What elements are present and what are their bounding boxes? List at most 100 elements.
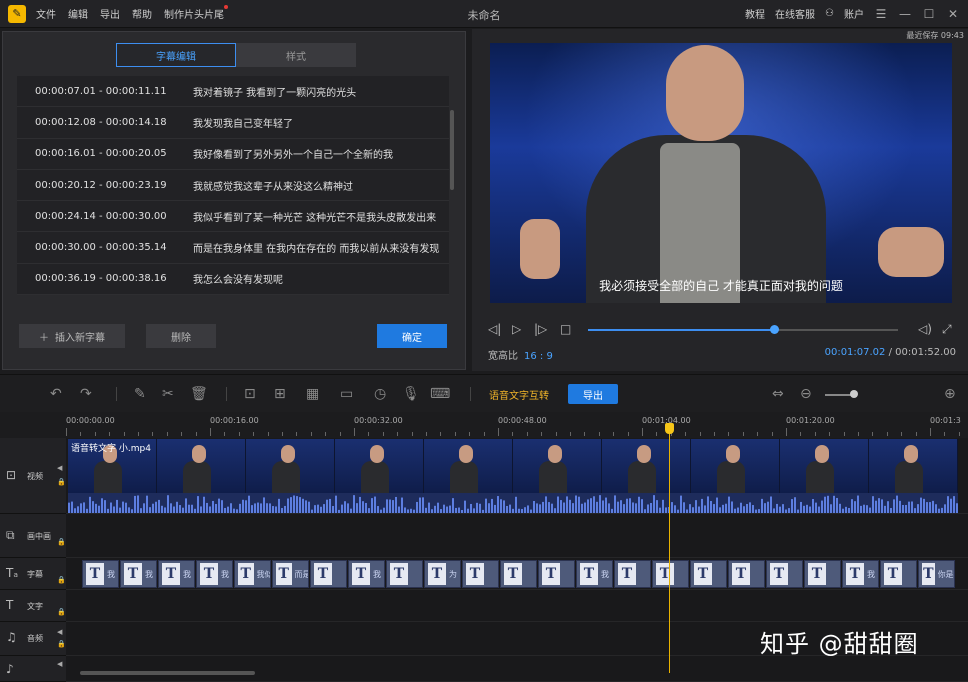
crop-icon[interactable]: ⊡ bbox=[244, 386, 256, 402]
timeline-horizontal-scrollbar[interactable] bbox=[80, 671, 255, 675]
lock-icon[interactable]: 🔒 bbox=[57, 478, 66, 486]
redo-icon[interactable]: ↷ bbox=[80, 386, 92, 402]
tab-subtitle-edit[interactable]: 字幕编辑 bbox=[116, 43, 236, 67]
edit-pencil-icon[interactable]: ✎ bbox=[134, 386, 146, 402]
subtitle-clip[interactable]: T为 bbox=[424, 560, 462, 588]
fullscreen-icon[interactable]: ⤢ bbox=[942, 322, 952, 337]
chroma-key-icon[interactable]: ⌨ bbox=[430, 386, 450, 402]
seek-bar[interactable] bbox=[588, 325, 898, 334]
aspect-ratio[interactable]: 宽高比 16 : 9 bbox=[488, 347, 553, 362]
subtitle-clip[interactable]: T bbox=[766, 560, 804, 588]
undo-icon[interactable]: ↶ bbox=[50, 386, 62, 402]
subtitle-list-scrollbar[interactable] bbox=[450, 110, 454, 190]
tab-style[interactable]: 样式 bbox=[236, 43, 356, 67]
trash-icon[interactable]: 🗑 bbox=[190, 386, 208, 402]
insert-subtitle-button[interactable]: ＋ 插入新字幕 bbox=[19, 324, 125, 348]
next-frame-icon[interactable]: |▷ bbox=[534, 322, 547, 336]
playhead-handle[interactable] bbox=[665, 423, 674, 434]
subtitle-clip[interactable]: T我 bbox=[576, 560, 614, 588]
menu-file[interactable]: 文件 bbox=[36, 6, 56, 21]
subtitle-clip[interactable]: T你是我 bbox=[918, 560, 956, 588]
subtitle-row[interactable]: 00:00:24.14 - 00:00:30.00 我似乎看到了某一种光芒 这种光… bbox=[17, 201, 449, 233]
subtitle-clip[interactable]: T bbox=[652, 560, 690, 588]
scissors-icon[interactable]: ✂ bbox=[162, 386, 174, 402]
tutorial-link[interactable]: 教程 bbox=[745, 6, 765, 21]
subtitle-row[interactable]: 00:00:20.12 - 00:00:23.19 我就感觉我这辈子从来没这么精神… bbox=[17, 169, 449, 202]
ok-button[interactable]: 确定 bbox=[377, 324, 447, 348]
playhead-line[interactable] bbox=[669, 423, 670, 673]
waveform-bar bbox=[788, 508, 790, 513]
export-button[interactable]: 导出 bbox=[568, 384, 618, 404]
subtitle-clip[interactable]: T我 bbox=[842, 560, 880, 588]
lock-icon[interactable]: 🔒 bbox=[57, 538, 66, 546]
video-thumbnail bbox=[869, 439, 958, 493]
subtitle-clip[interactable]: T bbox=[310, 560, 348, 588]
subtitle-text: 我怎么会没有发现呢 bbox=[193, 275, 283, 287]
zoom-out-icon[interactable]: ⊖ bbox=[800, 386, 812, 402]
lock-icon[interactable]: 🔒 bbox=[57, 608, 66, 616]
seek-bar-handle[interactable] bbox=[770, 325, 779, 334]
account-link[interactable]: 账户 bbox=[844, 6, 864, 21]
subtitle-clip[interactable]: T bbox=[614, 560, 652, 588]
subtitle-row[interactable]: 00:00:30.00 - 00:00:35.14 而是在我身体里 在我内在存在的… bbox=[17, 232, 449, 264]
stop-icon[interactable]: □ bbox=[560, 322, 571, 336]
mute-icon[interactable]: ◀ bbox=[57, 464, 62, 472]
zoom-slider-handle[interactable] bbox=[850, 390, 858, 398]
play-icon[interactable]: ▷ bbox=[512, 322, 521, 336]
minimize-icon[interactable]: — bbox=[898, 7, 912, 21]
zoom-in-icon[interactable]: ⊕ bbox=[944, 386, 956, 402]
menu-help[interactable]: 帮助 bbox=[132, 6, 152, 21]
subtitle-clip[interactable]: T我 bbox=[196, 560, 234, 588]
pip-lane[interactable] bbox=[66, 514, 968, 558]
fit-timeline-icon[interactable]: ⇔ bbox=[772, 386, 784, 402]
voice-to-text-button[interactable]: 语音文字互转 bbox=[489, 387, 549, 402]
ruler-tick bbox=[94, 432, 96, 436]
freeze-frame-icon[interactable]: ⊞ bbox=[274, 386, 286, 402]
text-t-icon: T bbox=[200, 563, 218, 585]
subtitle-clip[interactable]: T我 bbox=[82, 560, 120, 588]
waveform-bar bbox=[293, 495, 295, 513]
subtitle-clip[interactable]: T bbox=[386, 560, 424, 588]
volume-icon[interactable]: ◁) bbox=[918, 322, 932, 336]
microphone-icon[interactable]: 🎙 bbox=[402, 386, 420, 402]
menu-edit[interactable]: 编辑 bbox=[68, 6, 88, 21]
close-icon[interactable]: ✕ bbox=[946, 7, 960, 21]
subtitle-clip[interactable]: T 我似 bbox=[234, 560, 272, 588]
delete-button[interactable]: 删除 bbox=[146, 324, 216, 348]
subtitle-clip[interactable]: T我 bbox=[158, 560, 196, 588]
subtitle-clip[interactable]: T我 bbox=[348, 560, 386, 588]
subtitle-row[interactable]: 00:00:07.01 - 00:00:11.11 我对着镜子 我看到了一颗闪亮的… bbox=[17, 76, 449, 108]
video-clip[interactable]: 语音转文字 小.mp4 bbox=[68, 439, 958, 513]
timeline-ruler[interactable]: 00:00:00.00 00:00:16.00 00:00:32.00 00:00:4… bbox=[66, 412, 968, 436]
support-link[interactable]: 在线客服 bbox=[775, 6, 815, 21]
extra-lane[interactable] bbox=[66, 656, 968, 682]
waveform-bar bbox=[656, 500, 658, 513]
subtitle-row[interactable]: 00:00:36.19 - 00:00:38.16 我怎么会没有发现呢 bbox=[17, 263, 449, 296]
text-lane[interactable] bbox=[66, 590, 968, 622]
speed-clock-icon[interactable]: ◷ bbox=[374, 386, 386, 402]
subtitle-clip[interactable]: T bbox=[804, 560, 842, 588]
subtitle-clip[interactable]: T bbox=[538, 560, 576, 588]
mute-icon[interactable]: ◀ bbox=[57, 628, 62, 636]
subtitle-clip[interactable]: T bbox=[500, 560, 538, 588]
subtitle-clip[interactable]: T bbox=[880, 560, 918, 588]
mute-icon[interactable]: ◀ bbox=[57, 660, 62, 668]
mosaic-icon[interactable]: ▭ bbox=[340, 386, 353, 402]
video-preview[interactable]: 我必须接受全部的自己 才能真正面对我的问题 bbox=[490, 43, 952, 303]
previous-frame-icon[interactable]: ◁| bbox=[488, 322, 501, 336]
subtitle-clip[interactable]: T我 bbox=[120, 560, 158, 588]
menu-icon[interactable]: ☰ bbox=[874, 7, 888, 21]
maximize-icon[interactable]: ☐ bbox=[922, 7, 936, 21]
lock-icon[interactable]: 🔒 bbox=[57, 640, 66, 648]
subtitle-clip[interactable]: T bbox=[690, 560, 728, 588]
subtitle-clip[interactable]: T bbox=[462, 560, 500, 588]
user-icon[interactable]: ⚇ bbox=[825, 8, 834, 19]
subtitle-clip[interactable]: T bbox=[728, 560, 766, 588]
menu-make-intro-outro[interactable]: 制作片头片尾 bbox=[164, 5, 228, 21]
menu-export[interactable]: 导出 bbox=[100, 6, 120, 21]
lock-icon[interactable]: 🔒 bbox=[57, 576, 66, 584]
subtitle-row[interactable]: 00:00:12.08 - 00:00:14.18 我发现我自己变年轻了 bbox=[17, 107, 449, 139]
subtitle-clip[interactable]: T 而是 bbox=[272, 560, 310, 588]
split-grid-icon[interactable]: ▦ bbox=[306, 386, 319, 402]
subtitle-row[interactable]: 00:00:16.01 - 00:00:20.05 我好像看到了另外另外一个自己一… bbox=[17, 138, 449, 170]
